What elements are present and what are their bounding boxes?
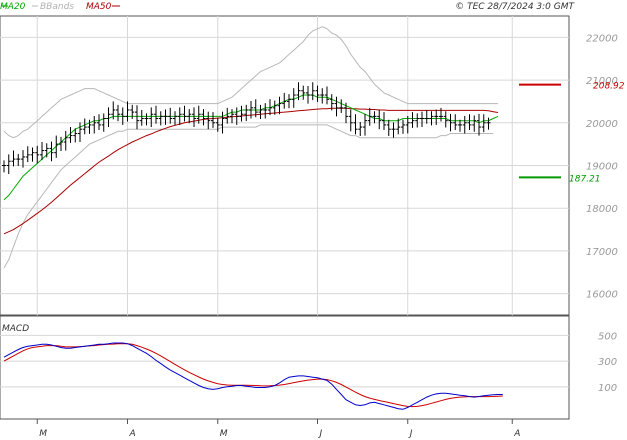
- x-tick-label: A: [513, 429, 520, 439]
- macd-title: MACD: [2, 324, 29, 334]
- x-tick-label: M: [39, 429, 47, 439]
- chart-header: MA20 BBands MA50 © TEC 28/7/2024 3:0 GMT: [0, 2, 576, 12]
- chart-timestamp: © TEC 28/7/2024 3:0 GMT: [455, 2, 575, 12]
- stock-chart: MA20 BBands MA50 © TEC 28/7/2024 3:0 GMT…: [0, 2, 625, 439]
- price-tick-label: 20000: [586, 119, 618, 130]
- price-tick-label: 18000: [586, 204, 618, 215]
- bbands-legend-label: BBands: [40, 2, 74, 12]
- x-tick-label: A: [129, 429, 136, 439]
- macd-tick-label: 500: [598, 331, 617, 342]
- price-tick-label: 17000: [586, 247, 618, 258]
- price-y-axis: 16000170001800019000200002100022000: [586, 33, 618, 300]
- x-axis-ticks: MAMJJA: [36, 419, 520, 439]
- x-tick-label: J: [318, 429, 323, 439]
- price-tick-label: 22000: [586, 33, 618, 44]
- x-tick-label: J: [408, 429, 413, 439]
- macd-panel: 100 300 500 MACD: [0, 315, 617, 420]
- x-axis: MAMJJA: [0, 418, 569, 439]
- price-tick-label: 16000: [586, 290, 618, 301]
- macd-panel-frame: [0, 315, 570, 420]
- macd-y-axis: 100 300 500: [598, 331, 617, 394]
- macd-tick-label: 300: [598, 357, 617, 368]
- macd-tick-label: 100: [598, 383, 617, 394]
- resistance-label: 208.92: [593, 82, 625, 92]
- ma20-legend-label: MA20: [0, 2, 26, 12]
- x-tick-label: M: [220, 429, 228, 439]
- ma50-legend-label: MA50: [86, 2, 112, 12]
- price-tick-label: 19000: [586, 162, 618, 173]
- support-label: 187.21: [569, 174, 601, 184]
